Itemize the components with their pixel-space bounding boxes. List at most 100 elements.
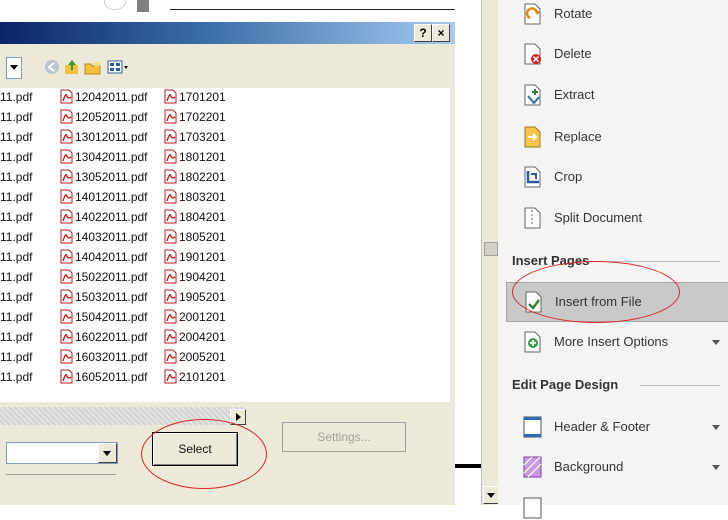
pdf-file-icon	[60, 269, 73, 284]
pdf-file-icon	[60, 329, 73, 344]
file-item[interactable]: 13052011.pdf	[75, 168, 148, 186]
help-button[interactable]: ?	[414, 24, 432, 42]
chevron-down-icon[interactable]	[712, 340, 720, 349]
file-item[interactable]: 1904201	[179, 268, 226, 286]
dialog-titlebar: ? ×	[0, 22, 455, 44]
pdf-file-icon	[60, 89, 73, 104]
delete-label: Delete	[554, 46, 592, 61]
split-document-tool[interactable]: Split Document	[498, 198, 728, 238]
file-item[interactable]: 11.pdf	[0, 208, 32, 226]
pdf-file-icon	[60, 149, 73, 164]
file-item[interactable]: 1901201	[179, 248, 226, 266]
panel-scrollbar[interactable]	[481, 0, 499, 505]
delete-tool[interactable]: Delete	[498, 34, 728, 74]
file-item[interactable]: 13012011.pdf	[75, 128, 148, 146]
split-document-label: Split Document	[554, 210, 643, 225]
file-item[interactable]: 11.pdf	[0, 128, 32, 146]
select-file-dialog: ? × 11.pdf 12042011.pdf 1701201 11.pdf 12052…	[0, 0, 455, 505]
file-item[interactable]: 1803201	[179, 188, 226, 206]
background-icon	[523, 456, 542, 478]
scrollbar-thumb[interactable]	[484, 242, 498, 256]
file-row: 11.pdf 14042011.pdf 1901201	[0, 248, 450, 266]
file-item[interactable]: 2101201	[179, 368, 226, 386]
file-item[interactable]: 1701201	[179, 88, 226, 106]
file-item[interactable]: 2001201	[179, 308, 226, 326]
header-footer-tool[interactable]: Header & Footer	[498, 407, 728, 447]
settings-button: Settings...	[282, 422, 406, 452]
chevron-down-icon[interactable]	[712, 425, 720, 434]
page-icon	[523, 497, 542, 519]
file-item[interactable]: 11.pdf	[0, 268, 32, 286]
file-item[interactable]: 14022011.pdf	[75, 208, 148, 226]
crop-tool[interactable]: Crop	[498, 157, 728, 197]
back-icon[interactable]	[43, 58, 61, 76]
file-item[interactable]: 11.pdf	[0, 148, 32, 166]
rotate-tool[interactable]: Rotate	[498, 0, 728, 34]
file-item[interactable]: 15042011.pdf	[75, 308, 148, 326]
file-item[interactable]: 1804201	[179, 208, 226, 226]
file-item[interactable]: 16032011.pdf	[75, 348, 148, 366]
file-item[interactable]: 12042011.pdf	[75, 88, 148, 106]
file-item[interactable]: 2004201	[179, 328, 226, 346]
file-item[interactable]: 12052011.pdf	[75, 108, 148, 126]
pdf-file-icon	[60, 109, 73, 124]
file-item[interactable]: 11.pdf	[0, 188, 32, 206]
file-item[interactable]: 1802201	[179, 168, 226, 186]
file-item[interactable]: 2005201	[179, 348, 226, 366]
look-in-dropdown[interactable]	[6, 57, 22, 79]
file-item[interactable]: 14012011.pdf	[75, 188, 148, 206]
file-item[interactable]: 11.pdf	[0, 288, 32, 306]
rotate-icon	[524, 3, 541, 25]
crop-label: Crop	[554, 169, 583, 184]
file-item[interactable]: 1702201	[179, 108, 226, 126]
file-item[interactable]: 14032011.pdf	[75, 228, 148, 246]
file-item[interactable]: 15022011.pdf	[75, 268, 148, 286]
file-item[interactable]: 13042011.pdf	[75, 148, 148, 166]
close-button[interactable]: ×	[432, 24, 450, 42]
up-folder-icon[interactable]	[63, 58, 81, 76]
chevron-down-icon[interactable]	[712, 465, 720, 474]
file-item[interactable]: 11.pdf	[0, 88, 32, 106]
pdf-file-icon	[164, 369, 177, 384]
file-row: 11.pdf 13042011.pdf 1801201	[0, 148, 450, 166]
scroll-down-arrow[interactable]	[483, 486, 499, 504]
file-item[interactable]: 11.pdf	[0, 328, 32, 346]
background-scroll-block	[137, 0, 149, 12]
file-row: 11.pdf 16032011.pdf 2005201	[0, 348, 450, 366]
file-item[interactable]: 14042011.pdf	[75, 248, 148, 266]
file-row: 11.pdf 13052011.pdf 1802201	[0, 168, 450, 186]
window-gap	[455, 0, 481, 505]
pdf-file-icon	[60, 309, 73, 324]
file-item[interactable]: 11.pdf	[0, 248, 32, 266]
file-row: 11.pdf 16022011.pdf 2004201	[0, 328, 450, 346]
next-tool-partial[interactable]	[498, 488, 728, 519]
file-item[interactable]: 16052011.pdf	[75, 368, 148, 386]
header-footer-label: Header & Footer	[554, 419, 651, 434]
new-folder-icon[interactable]	[84, 58, 102, 76]
background-label: Background	[554, 459, 624, 474]
extract-tool[interactable]: Extract	[498, 75, 728, 115]
file-item[interactable]: 11.pdf	[0, 108, 32, 126]
file-item[interactable]: 11.pdf	[0, 168, 32, 186]
section-divider	[640, 385, 720, 386]
background-window-strip	[0, 0, 455, 22]
more-insert-options-tool[interactable]: More Insert Options	[498, 322, 728, 362]
file-item[interactable]: 11.pdf	[0, 348, 32, 366]
pdf-file-icon	[164, 249, 177, 264]
file-type-dropdown-arrow[interactable]	[98, 443, 117, 463]
file-item[interactable]: 16022011.pdf	[75, 328, 148, 346]
edit-page-design-heading: Edit Page Design	[512, 377, 619, 392]
file-row: 11.pdf 14032011.pdf 1805201	[0, 228, 450, 246]
background-tool[interactable]: Background	[498, 447, 728, 487]
file-item[interactable]: 1905201	[179, 288, 226, 306]
file-item[interactable]: 15032011.pdf	[75, 288, 148, 306]
file-item[interactable]: 1805201	[179, 228, 226, 246]
file-item[interactable]: 11.pdf	[0, 228, 32, 246]
file-item[interactable]: 1801201	[179, 148, 226, 166]
file-item[interactable]: 11.pdf	[0, 308, 32, 326]
file-row: 11.pdf 15032011.pdf 1905201	[0, 288, 450, 306]
replace-tool[interactable]: Replace	[498, 117, 728, 157]
file-item[interactable]: 11.pdf	[0, 368, 32, 386]
view-menu-icon[interactable]	[106, 58, 130, 76]
file-item[interactable]: 1703201	[179, 128, 226, 146]
